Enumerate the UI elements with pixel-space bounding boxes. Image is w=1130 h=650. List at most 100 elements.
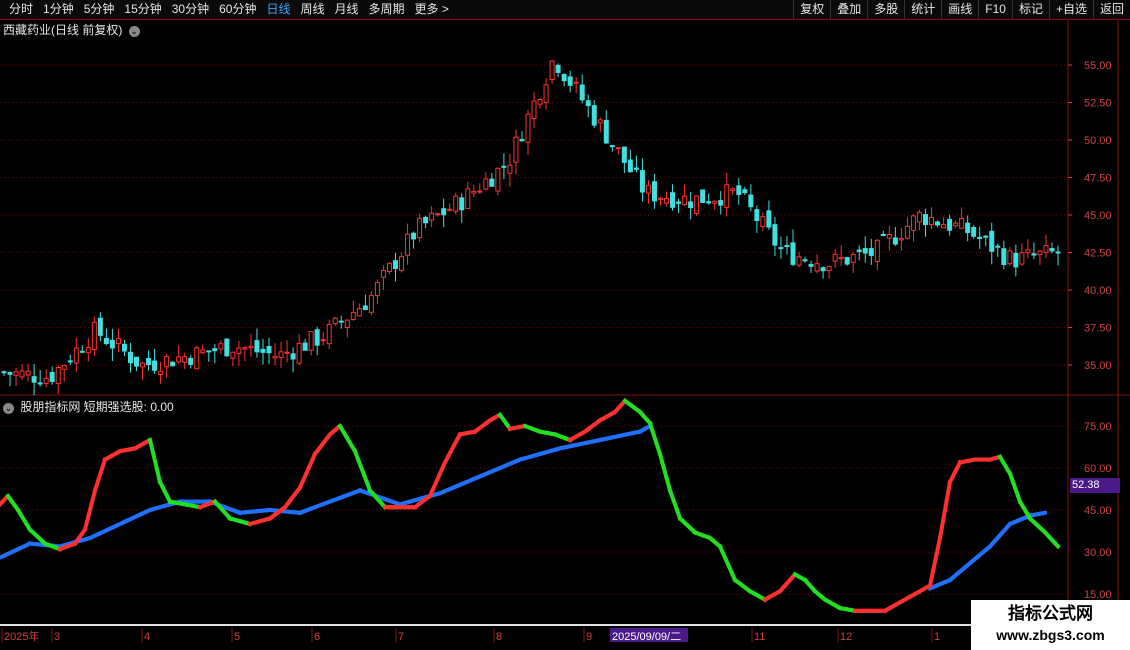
candle-body: [1013, 252, 1019, 268]
candle-body: [254, 340, 260, 353]
chevron-down-icon[interactable]: ⌄: [3, 403, 14, 414]
watermark: 指标公式网 www.zbgs3.com: [971, 600, 1130, 650]
price-tick-label: 55.00: [1084, 60, 1112, 72]
date-label: 12: [840, 631, 852, 643]
candle-body: [639, 170, 645, 193]
date-label: 6: [314, 631, 320, 643]
cursor-date-label: 2025/09/09/二: [612, 631, 681, 643]
watermark-title: 指标公式网: [1008, 604, 1093, 623]
indicator-tick-label: 60.00: [1084, 463, 1112, 475]
candle-body: [609, 145, 615, 148]
candle-body: [603, 119, 609, 144]
candle-body: [561, 74, 567, 82]
date-label: 1: [934, 631, 940, 643]
candle-body: [338, 320, 344, 323]
candle-body: [230, 351, 236, 359]
candle-body: [134, 356, 140, 367]
candle-body: [459, 197, 465, 211]
candle-body: [206, 350, 212, 353]
candle-body: [1031, 253, 1037, 256]
candle-body: [260, 348, 266, 353]
candle-body: [266, 346, 272, 354]
candle-body: [971, 227, 977, 237]
price-tick-label: 45.00: [1084, 210, 1112, 222]
chevron-down-icon[interactable]: ⌄: [128, 26, 140, 37]
candle-body: [718, 200, 724, 206]
candle-body: [904, 225, 910, 239]
candle-body: [67, 360, 73, 363]
chart-canvas[interactable]: 55.00 52.50 50.00 47.50 45.00 42.50 40.00 37.50…: [0, 0, 1130, 650]
candle-body: [977, 236, 983, 240]
candle-body: [85, 346, 91, 354]
candle-body: [657, 197, 663, 200]
price-tick-label: 37.50: [1084, 323, 1112, 335]
candle-body: [676, 201, 682, 204]
candle-body: [465, 188, 471, 209]
short-line-segment: [150, 451, 160, 471]
candle-body: [862, 248, 868, 254]
candle-body: [477, 190, 483, 193]
candle-body: [573, 81, 579, 84]
candle-body: [326, 323, 332, 345]
candle-body: [55, 367, 61, 385]
candle-body: [826, 266, 832, 272]
candle-body: [929, 216, 935, 225]
price-tick-label: 50.00: [1084, 135, 1112, 147]
candle-body: [405, 233, 411, 256]
candle-body: [7, 372, 13, 375]
short-line-segment: [82, 514, 91, 533]
main-chart-title[interactable]: 西藏药业(日线 前复权) ⌄: [3, 21, 140, 38]
candle-body: [838, 256, 844, 260]
candle-body: [302, 342, 308, 351]
candle-body: [49, 372, 55, 383]
candle-body: [627, 159, 633, 173]
candle-body: [947, 218, 953, 231]
candle-body: [453, 195, 459, 212]
candle-body: [543, 84, 549, 103]
candle-body: [164, 356, 170, 368]
candle-body: [1019, 252, 1025, 265]
candle-body: [441, 208, 447, 216]
candle-body: [591, 105, 597, 126]
candle-body: [645, 184, 651, 194]
candle-body: [392, 260, 398, 270]
candle-body: [284, 351, 290, 354]
date-label: 5: [234, 631, 240, 643]
indicator-title[interactable]: ⌄ 股朋指标网 短期强选股: 0.00: [3, 398, 174, 415]
candle-body: [290, 353, 296, 360]
candle-body: [694, 195, 700, 214]
candle-body: [995, 245, 1001, 248]
candle-body: [814, 263, 820, 272]
short-line-segment: [147, 437, 156, 457]
candle-body: [808, 263, 814, 267]
candle-body: [411, 232, 417, 240]
candle-body: [935, 221, 941, 226]
candle-body: [651, 181, 657, 202]
date-label: 2025年: [4, 629, 39, 643]
candle-body: [700, 189, 706, 203]
candle-body: [1007, 250, 1013, 265]
candle-body: [766, 210, 772, 228]
candle-body: [880, 233, 886, 236]
candle-body: [941, 224, 947, 229]
short-line-segment: [927, 567, 936, 588]
candle-body: [778, 247, 784, 250]
candle-body: [332, 317, 338, 325]
candle-body: [567, 76, 573, 86]
axis-labels: 55.00 52.50 50.00 47.50 45.00 42.50 40.00 37.50…: [1, 60, 1112, 643]
candle-body: [356, 308, 362, 317]
candle-body: [916, 211, 922, 223]
candle-body: [19, 370, 25, 378]
candle-body: [892, 237, 898, 245]
date-label: 11: [754, 631, 765, 643]
candle-body: [664, 197, 670, 204]
candle-body: [989, 230, 995, 252]
candle-body: [61, 365, 67, 370]
candle-body: [850, 254, 856, 263]
candle-body: [368, 295, 374, 313]
price-tick-label: 47.50: [1084, 173, 1112, 185]
date-label: 8: [496, 631, 502, 643]
candle-body: [959, 218, 965, 229]
candle-body: [501, 165, 507, 168]
candle-body: [555, 64, 561, 73]
